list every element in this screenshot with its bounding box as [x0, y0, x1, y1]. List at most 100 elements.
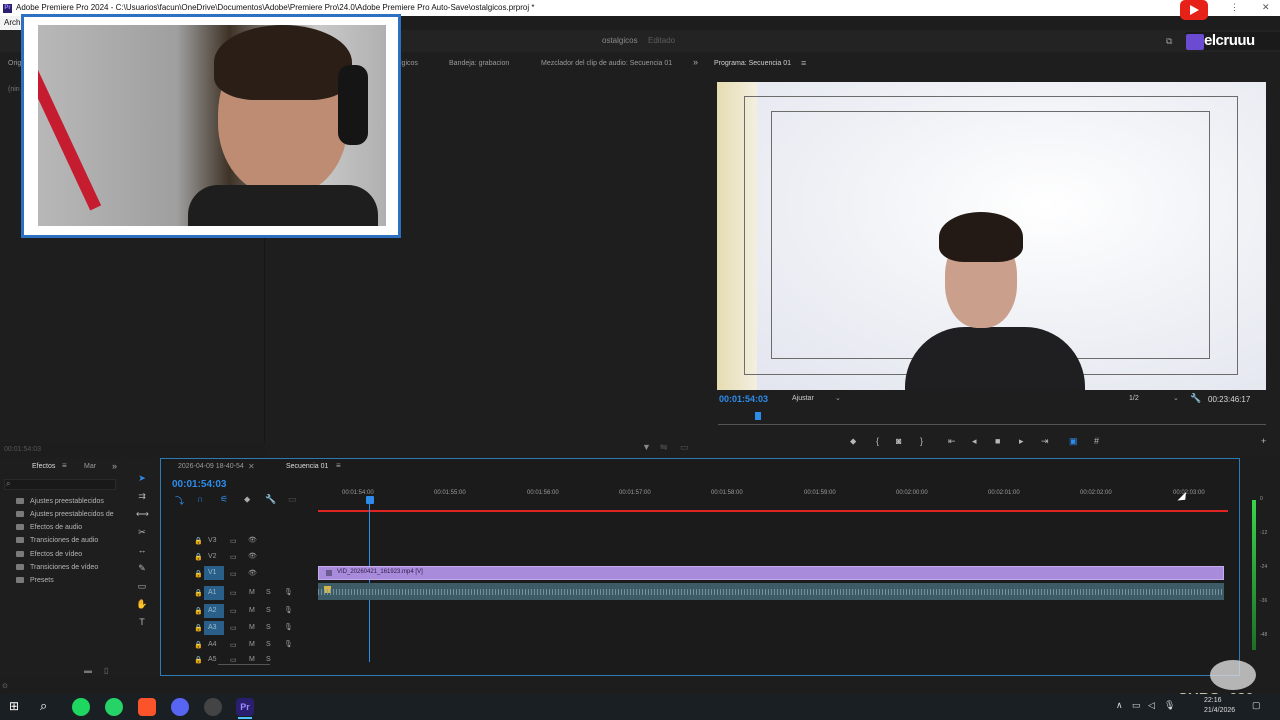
windows-start-icon[interactable]: ⊞ [9, 699, 19, 713]
effects-item-presets[interactable]: Ajustes preestablecidos [16, 498, 104, 505]
monitor-playhead[interactable] [755, 412, 761, 420]
tab-program[interactable]: Programa: Secuencia 01 [714, 60, 791, 67]
new-bin-icon[interactable]: ▬ [84, 666, 92, 675]
eye-icon[interactable]: 👁 [248, 552, 257, 560]
sync-icon[interactable]: ▭ [230, 656, 237, 664]
mute-button[interactable]: M [249, 589, 255, 596]
mute-button[interactable]: M [249, 624, 255, 631]
step-back-icon[interactable]: ◂ [972, 436, 977, 446]
mark-out-icon[interactable]: } [920, 436, 923, 446]
close-tab-icon[interactable]: ✕ [248, 462, 255, 471]
quick-export-icon[interactable]: ⧉ [1166, 30, 1172, 52]
microphone-icon[interactable]: 🎙 [284, 623, 293, 631]
go-to-in-icon[interactable]: ⇤ [948, 436, 956, 446]
lock-icon[interactable]: 🔒 [194, 607, 203, 615]
sync-icon[interactable]: ▭ [230, 537, 237, 545]
ripple-edit-tool-icon[interactable]: ⟷ [136, 508, 149, 520]
tab-audio-clip-mixer[interactable]: Mezclador del clip de audio: Secuencia 0… [541, 60, 672, 67]
effects-search-input[interactable] [4, 479, 116, 490]
track-label-v1[interactable]: V1 [204, 566, 224, 580]
stop-icon[interactable]: ■ [995, 436, 1000, 446]
resolution-dropdown[interactable]: 1/2 [1129, 395, 1139, 402]
wrench-icon[interactable]: 🔧 [1190, 393, 1201, 404]
effects-item-audio-effects[interactable]: Efectos de audio [16, 524, 82, 531]
effects-item-custom-presets[interactable]: Presets [16, 577, 54, 584]
eye-icon[interactable]: 👁 [248, 536, 257, 544]
spotify-icon[interactable] [72, 698, 90, 716]
tab-bandeja[interactable]: Bandeja: grabacion [449, 60, 509, 67]
grid-icon[interactable]: # [1094, 436, 1099, 446]
folder-icon[interactable]: ▭ [680, 442, 689, 453]
selection-tool-icon[interactable]: ➤ [136, 472, 148, 484]
tray-mic-icon[interactable]: 🎙 [1164, 700, 1175, 711]
effects-menu-icon[interactable]: ≡ [62, 461, 67, 470]
tab-project[interactable]: lgicos [400, 60, 418, 67]
effects-item-video-effects[interactable]: Efectos de vídeo [16, 551, 82, 558]
solo-button[interactable]: S [266, 589, 271, 596]
minimize-icon[interactable]: ⋮ [1230, 2, 1239, 13]
filter-icon[interactable]: ▼ [642, 442, 651, 452]
add-button-icon[interactable]: + [1261, 436, 1266, 446]
delete-icon[interactable]: ▯ [104, 666, 108, 675]
discord-icon[interactable] [171, 698, 189, 716]
sync-icon[interactable]: ▭ [230, 553, 237, 561]
type-tool-icon[interactable]: T [136, 616, 148, 628]
microphone-icon[interactable]: 🎙 [284, 588, 293, 596]
track-select-tool-icon[interactable]: ⇉ [136, 490, 148, 502]
effects-more-icon[interactable]: » [112, 461, 117, 471]
solo-button[interactable]: S [266, 656, 271, 663]
notification-icon[interactable]: ▢ [1252, 700, 1261, 711]
track-label-a2[interactable]: A2 [204, 604, 224, 618]
program-timecode[interactable]: 00:01:54:03 [719, 394, 768, 404]
pen-tool-icon[interactable]: ✎ [136, 562, 148, 574]
track-label-a4[interactable]: A4 [208, 641, 217, 648]
effects-item-audio-transitions[interactable]: Transiciones de audio [16, 537, 98, 544]
tab-markers[interactable]: Mar [84, 463, 96, 470]
lock-icon[interactable]: 🔒 [194, 570, 203, 578]
rectangle-tool-icon[interactable]: ▭ [136, 580, 148, 592]
microphone-icon[interactable]: 🎙 [284, 606, 293, 614]
panel-menu-icon[interactable]: ≡ [801, 58, 806, 68]
mute-button[interactable]: M [249, 641, 255, 648]
video-clip[interactable]: VID_20260421_161923.mp4 [V] [318, 566, 1224, 580]
solo-button[interactable]: S [266, 607, 271, 614]
lock-icon[interactable]: 🔒 [194, 656, 203, 664]
lock-icon[interactable]: 🔒 [194, 641, 203, 649]
timeline-playhead-head[interactable] [366, 496, 374, 504]
resolution-chevron-icon[interactable]: ⌄ [1173, 394, 1179, 402]
premiere-taskbar-icon[interactable]: Pr [236, 698, 254, 716]
tray-chevron-icon[interactable]: ∧ [1116, 700, 1123, 711]
tray-network-icon[interactable]: ▭ [1132, 700, 1141, 711]
camera-icon[interactable]: ◙ [896, 436, 901, 446]
mark-in-icon[interactable]: { [876, 436, 879, 446]
menu-item-archivo[interactable]: Arch [4, 18, 20, 27]
timeline-settings-icon[interactable]: 🔧 [265, 494, 276, 505]
track-label-a3[interactable]: A3 [204, 621, 224, 635]
sync-icon[interactable]: ▭ [230, 624, 237, 632]
solo-button[interactable]: S [266, 624, 271, 631]
solo-button[interactable]: S [266, 641, 271, 648]
sync-icon[interactable]: ▭ [230, 589, 237, 597]
captions-icon[interactable]: ▭ [288, 494, 297, 505]
timeline-timecode[interactable]: 00:01:54:03 [172, 479, 226, 490]
fit-dropdown[interactable]: Ajustar [792, 395, 814, 402]
lock-icon[interactable]: 🔒 [194, 589, 203, 597]
hand-tool-icon[interactable]: ✋ [136, 598, 148, 610]
tray-sound-icon[interactable]: ◁ [1148, 700, 1155, 711]
brave-icon[interactable] [138, 698, 156, 716]
go-to-out-icon[interactable]: ⇥ [1041, 436, 1049, 446]
linked-selection-icon[interactable]: ⚟ [220, 494, 228, 505]
link-icon[interactable]: ⇋ [660, 442, 668, 453]
mute-button[interactable]: M [249, 607, 255, 614]
microphone-icon[interactable]: 🎙 [284, 640, 293, 648]
snap-icon[interactable]: ∩ [197, 494, 203, 504]
track-label-v2[interactable]: V2 [208, 553, 217, 560]
lock-icon[interactable]: 🔒 [194, 624, 203, 632]
safe-margins-icon[interactable]: ▣ [1069, 436, 1078, 446]
sequence-menu-icon[interactable]: ≡ [336, 461, 341, 470]
razor-tool-icon[interactable]: ✂ [136, 526, 148, 538]
mute-button[interactable]: M [249, 656, 255, 663]
tab-sequence-recording[interactable]: 2026-04-09 18-40-54 [178, 463, 244, 470]
add-marker-timeline-icon[interactable]: ⬥ [244, 494, 250, 505]
effects-item-presets-2[interactable]: Ajustes preestablecidos de [16, 511, 114, 518]
